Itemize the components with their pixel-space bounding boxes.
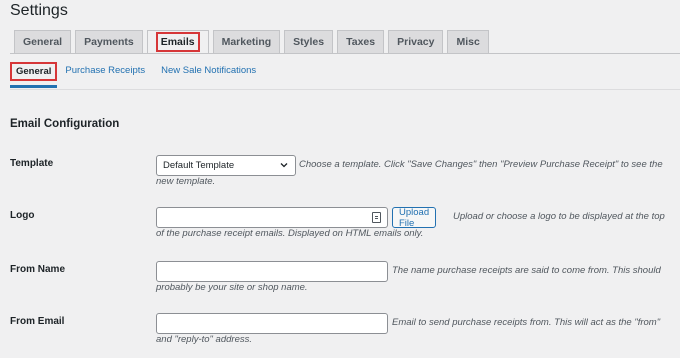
- from-name-label: From Name: [10, 264, 66, 275]
- subtab-purchase-receipts[interactable]: Purchase Receipts: [57, 60, 153, 88]
- subtab-label: Purchase Receipts: [65, 65, 146, 76]
- from-email-description-cont: and "reply-to" address.: [156, 334, 252, 345]
- tab-payments[interactable]: Payments: [75, 30, 143, 53]
- from-name-description-cont: probably be your site or shop name.: [156, 282, 308, 293]
- settings-tabs: General Payments Emails Marketing Styles…: [14, 30, 489, 53]
- tab-label: Emails: [155, 32, 200, 52]
- tab-label: Privacy: [397, 36, 435, 48]
- tab-styles[interactable]: Styles: [284, 30, 334, 53]
- file-icon[interactable]: [372, 212, 381, 223]
- logo-description-cont: of the purchase receipt emails. Displaye…: [156, 228, 424, 239]
- tab-marketing[interactable]: Marketing: [212, 30, 281, 53]
- logo-label: Logo: [10, 210, 35, 221]
- template-description-cont: new template.: [156, 176, 216, 187]
- tab-divider: [10, 53, 680, 54]
- tab-label: Marketing: [221, 36, 272, 48]
- from-email-label: From Email: [10, 316, 65, 327]
- tab-emails[interactable]: Emails: [146, 30, 209, 53]
- tab-label: Misc: [456, 36, 480, 48]
- tab-misc[interactable]: Misc: [447, 30, 489, 53]
- section-title: Email Configuration: [10, 118, 120, 130]
- subtab-label: New Sale Notifications: [161, 65, 257, 76]
- subtab-label: General: [10, 62, 58, 81]
- template-select-value: Default Template: [163, 160, 235, 171]
- page-title: Settings: [10, 2, 68, 19]
- email-subtabs: General Purchase Receipts New Sale Notif…: [10, 60, 264, 88]
- subtab-divider: [10, 89, 680, 90]
- tab-label: Payments: [84, 36, 134, 48]
- subtab-general[interactable]: General: [10, 60, 58, 88]
- chevron-down-icon: [280, 163, 288, 168]
- tab-taxes[interactable]: Taxes: [337, 30, 385, 53]
- template-label: Template: [10, 158, 54, 169]
- template-description: Choose a template. Click "Save Changes" …: [299, 159, 663, 170]
- tab-general[interactable]: General: [14, 30, 72, 53]
- from-email-description: Email to send purchase receipts from. Th…: [392, 317, 661, 328]
- tab-label: Styles: [293, 36, 325, 48]
- tab-label: Taxes: [346, 36, 376, 48]
- from-name-description: The name purchase receipts are said to c…: [392, 265, 661, 276]
- logo-description: Upload or choose a logo to be displayed …: [453, 211, 665, 222]
- tab-privacy[interactable]: Privacy: [388, 30, 444, 53]
- tab-label: General: [23, 36, 63, 48]
- subtab-new-sale-notifications[interactable]: New Sale Notifications: [153, 60, 264, 88]
